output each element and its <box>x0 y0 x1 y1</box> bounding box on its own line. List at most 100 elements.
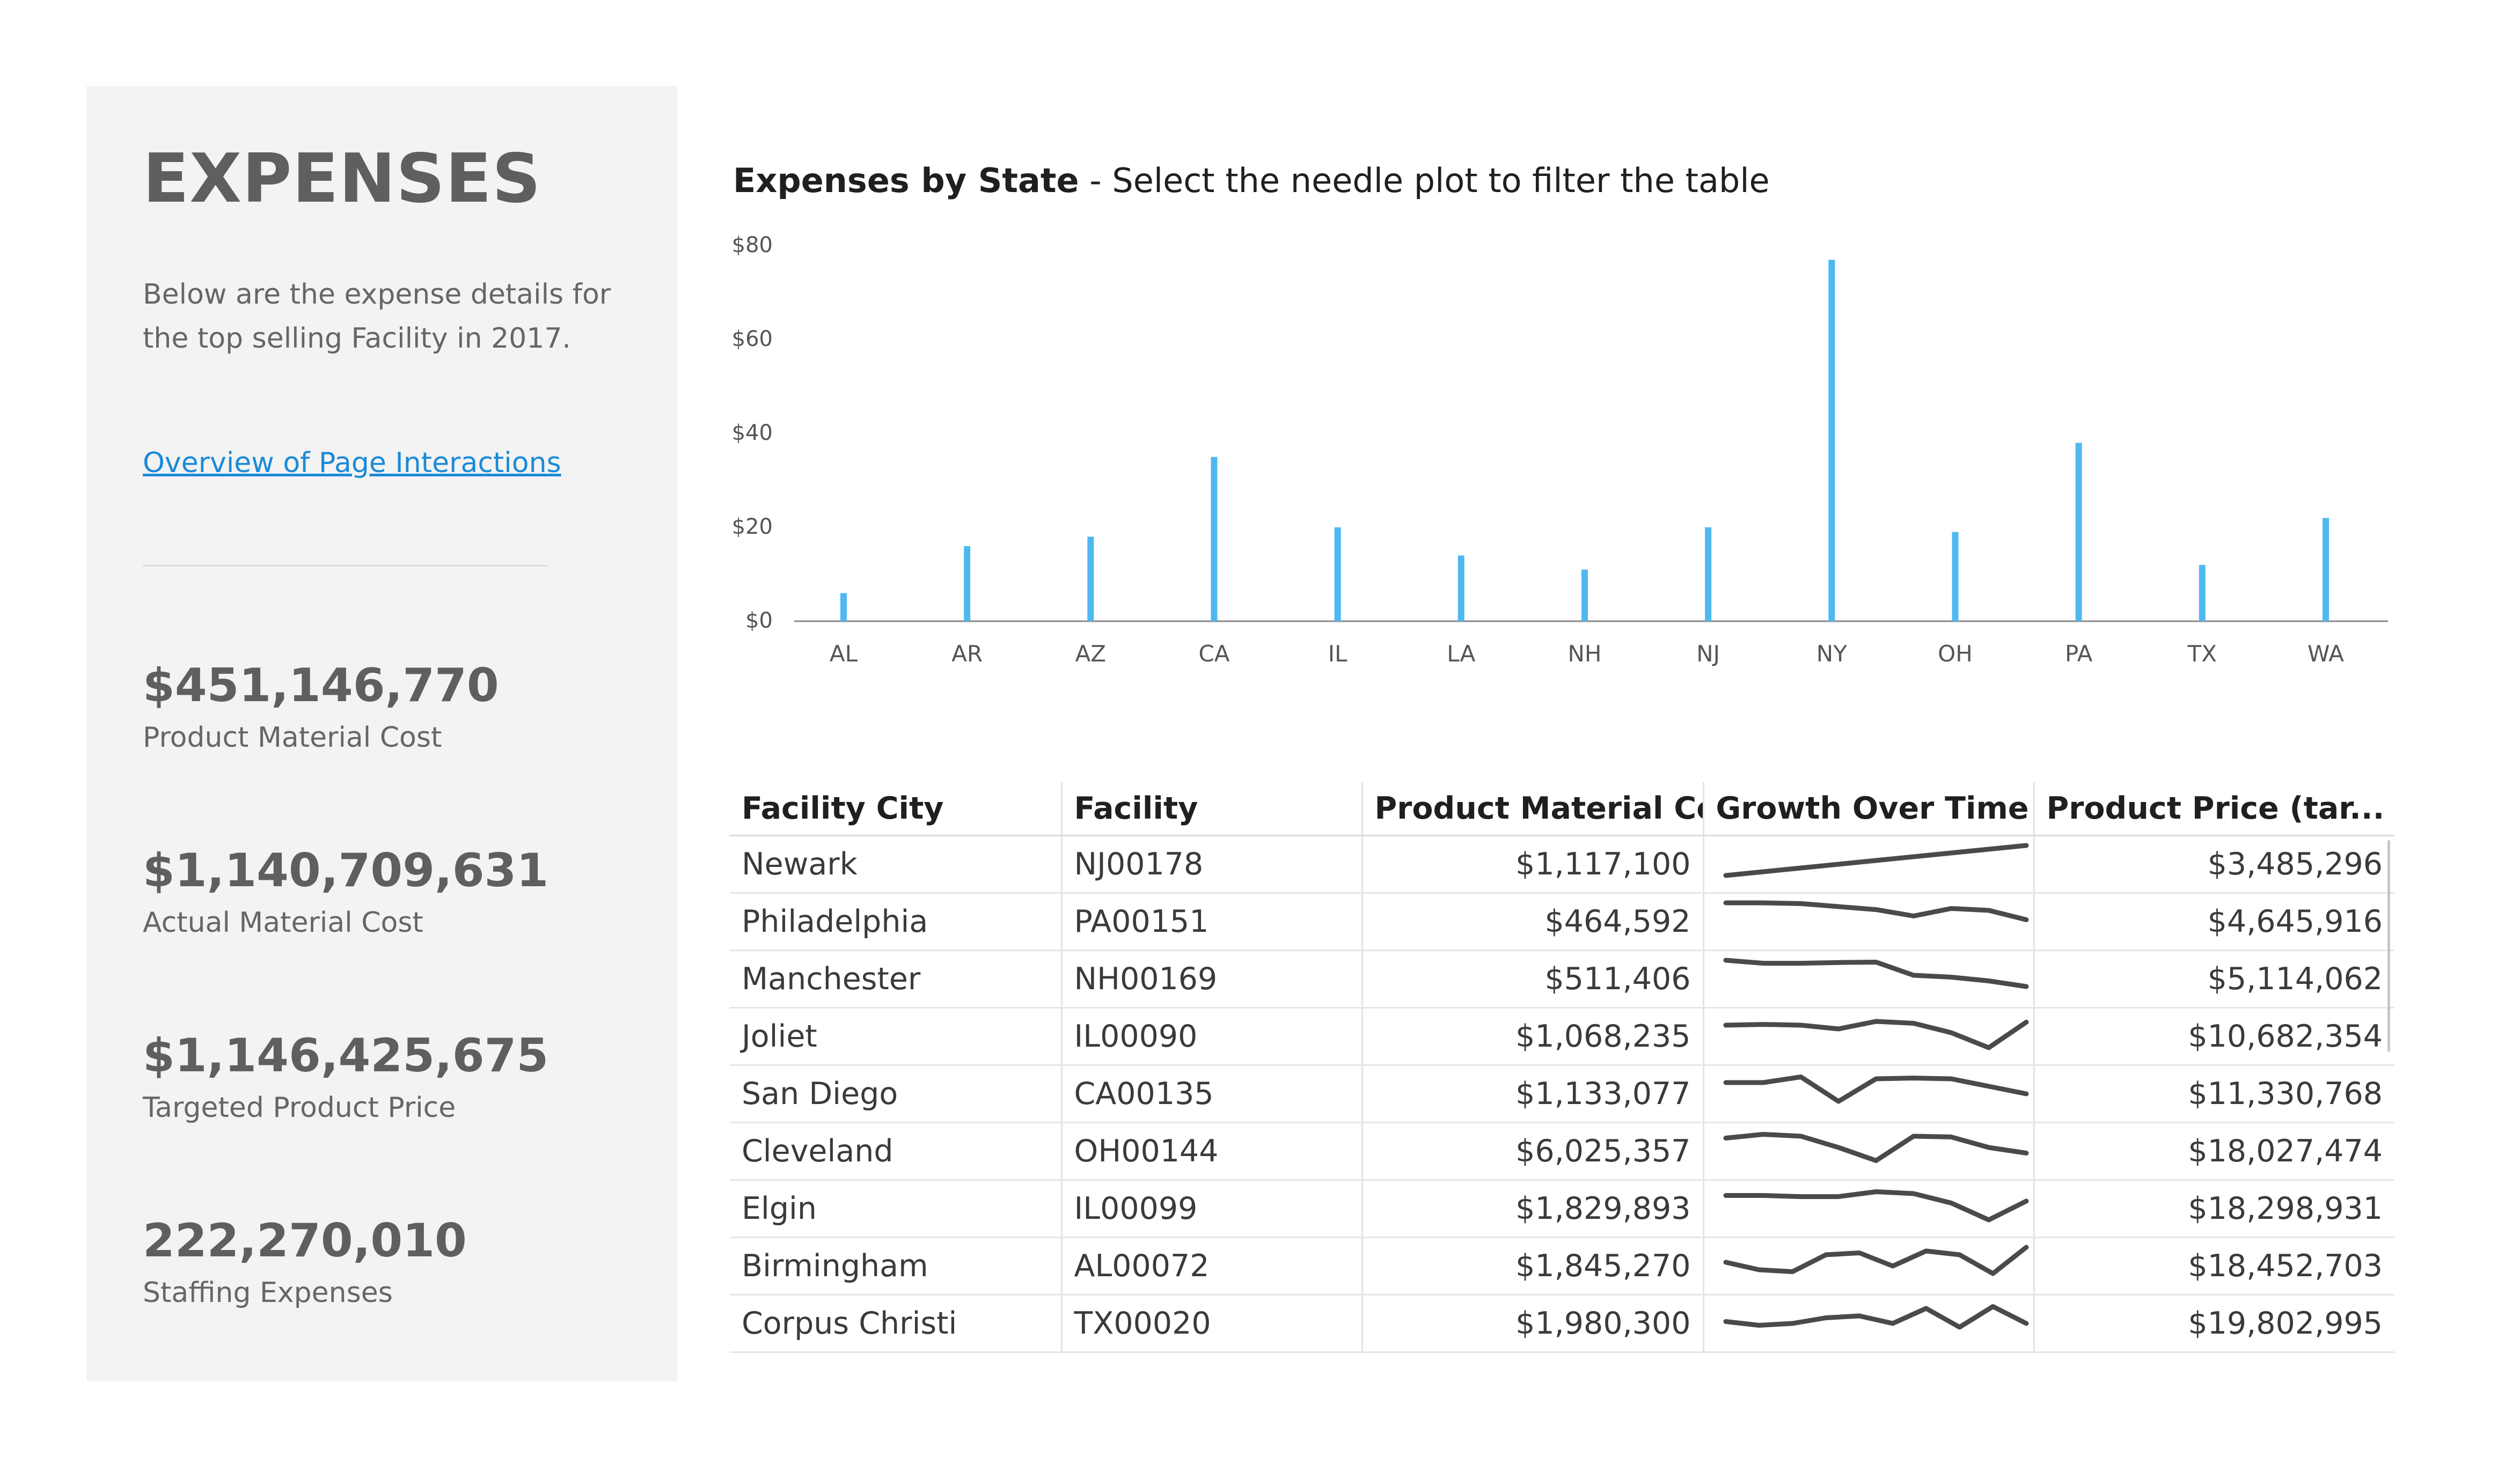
sparkline <box>1723 1019 2028 1050</box>
facility-cell: IL00099 <box>1061 1180 1363 1238</box>
x-tick-label: NY <box>1816 641 1847 667</box>
needle-ar[interactable] <box>964 546 971 621</box>
needle-la[interactable] <box>1457 555 1464 622</box>
table-header-row: Facility City Facility Product Material … <box>730 782 2394 836</box>
facility-table: Facility City Facility Product Material … <box>730 782 2394 1353</box>
x-tick-label: NJ <box>1696 641 1720 667</box>
facility-city-cell: Manchester <box>730 950 1063 1009</box>
x-tick-label: PA <box>2065 641 2093 667</box>
table-row[interactable]: Elgin IL00099 $1,829,893 $18,298,931 <box>730 1180 2394 1238</box>
kpi-targeted-product-price: $1,146,425,675 Targeted Product Price <box>143 1033 548 1124</box>
x-tick-label: OH <box>1938 641 1973 667</box>
table-row[interactable]: Philadelphia PA00151 $464,592 $4,645,916 <box>730 893 2394 951</box>
table-row[interactable]: Birmingham AL00072 $1,845,270 $18,452,703 <box>730 1237 2394 1296</box>
product-material-cost-cell: $1,133,077 <box>1362 1065 1704 1123</box>
product-price-cell: $5,114,062 <box>2034 950 2394 1009</box>
product-material-cost-cell: $1,829,893 <box>1362 1180 1704 1238</box>
needle-ny[interactable] <box>1828 260 1835 621</box>
sparkline <box>1723 1132 2028 1163</box>
needle-wa[interactable] <box>2323 518 2329 622</box>
kpi-label: Staffing Expenses <box>143 1277 393 1309</box>
sparkline <box>1723 958 2028 989</box>
growth-sparkline-cell <box>1703 1180 2035 1238</box>
product-price-cell: $10,682,354 <box>2034 1007 2394 1066</box>
needle-tx[interactable] <box>2199 565 2206 621</box>
product-material-cost-cell: $1,068,235 <box>1362 1007 1704 1066</box>
product-price-cell: $18,298,931 <box>2034 1180 2394 1238</box>
product-material-cost-cell: $511,406 <box>1362 950 1704 1009</box>
table-row[interactable]: Corpus Christi TX00020 $1,980,300 $19,802,9… <box>730 1294 2394 1353</box>
growth-sparkline-cell <box>1703 835 2035 894</box>
x-tick-label: CA <box>1198 641 1229 667</box>
chart-title: Expenses by State - Select the needle pl… <box>733 161 1770 200</box>
column-header-product-price-label: Product Price (tar... <box>2046 791 2385 826</box>
facility-cell: NH00169 <box>1061 950 1363 1009</box>
kpi-label: Product Material Cost <box>143 722 442 754</box>
kpi-value: 222,270,010 <box>143 1214 467 1268</box>
column-header-product-material-cost[interactable]: Product Material Cost <box>1362 782 1704 836</box>
product-price-cell: $19,802,995 <box>2034 1294 2394 1353</box>
facility-city-cell: San Diego <box>730 1065 1063 1123</box>
needle-az[interactable] <box>1087 536 1094 622</box>
table-row[interactable]: Newark NJ00178 $1,117,100 $3,485,296 <box>730 835 2394 894</box>
needle-ca[interactable] <box>1211 457 1218 621</box>
needle-nh[interactable] <box>1581 569 1588 621</box>
kpi-value: $1,140,709,631 <box>143 844 549 897</box>
sparkline-path <box>1723 1019 2028 1050</box>
growth-sparkline-cell <box>1703 1237 2035 1296</box>
facility-cell: NJ00178 <box>1061 835 1363 894</box>
needle-pa[interactable] <box>2075 443 2082 622</box>
column-header-product-price[interactable]: Product Price (tar...▲ <box>2034 782 2394 836</box>
needle-oh[interactable] <box>1952 532 1959 621</box>
growth-sparkline-cell <box>1703 1294 2035 1353</box>
table-row[interactable]: Cleveland OH00144 $6,025,357 $18,027,474 <box>730 1122 2394 1181</box>
table-scrollbar[interactable] <box>2387 840 2390 1052</box>
facility-cell: PA00151 <box>1061 893 1363 951</box>
needle-nj[interactable] <box>1705 527 1712 621</box>
x-tick-label: WA <box>2307 641 2344 667</box>
sparkline <box>1723 900 2028 922</box>
sparkline-path <box>1723 1189 2028 1223</box>
table-row[interactable]: Joliet IL00090 $1,068,235 $10,682,354 <box>730 1007 2394 1066</box>
sparkline <box>1723 1245 2028 1276</box>
x-tick-label: NH <box>1568 641 1602 667</box>
column-header-growth-over-time[interactable]: Growth Over Time <box>1703 782 2035 836</box>
product-price-cell: $4,645,916 <box>2034 893 2394 951</box>
sparkline-path <box>1723 1075 2028 1104</box>
table-row[interactable]: San Diego CA00135 $1,133,077 $11,330,768 <box>730 1065 2394 1123</box>
y-tick-label: $40 <box>732 421 773 445</box>
kpi-actual-material-cost: $1,140,709,631 Actual Material Cost <box>143 848 548 939</box>
x-tick-label: LA <box>1447 641 1475 667</box>
kpi-product-material-cost: $451,146,770 Product Material Cost <box>143 663 499 754</box>
sparkline-path <box>1723 1304 2028 1330</box>
facility-cell: OH00144 <box>1061 1122 1363 1181</box>
growth-sparkline-cell <box>1703 1122 2035 1181</box>
facility-city-cell: Joliet <box>730 1007 1063 1066</box>
column-header-facility[interactable]: Facility <box>1061 782 1363 836</box>
needle-chart[interactable]: $0 $20 $40 $60 $80 AL AR AZ CA IL LA NH NJ NY OH PA TX WA <box>698 215 2442 687</box>
chart-title-subtitle: - Select the needle plot to filter the t… <box>1079 161 1770 200</box>
sparkline-path <box>1723 843 2028 878</box>
facility-city-cell: Philadelphia <box>730 893 1063 951</box>
needle-il[interactable] <box>1334 527 1341 621</box>
sparkline <box>1723 1189 2028 1223</box>
kpi-value: $1,146,425,675 <box>143 1029 549 1083</box>
column-header-facility-city[interactable]: Facility City <box>730 782 1063 836</box>
sparkline <box>1723 1075 2028 1104</box>
kpi-label: Targeted Product Price <box>143 1092 456 1124</box>
growth-sparkline-cell <box>1703 1007 2035 1066</box>
sparkline-path <box>1723 1245 2028 1276</box>
sparkline-path <box>1723 958 2028 989</box>
x-tick-label: IL <box>1328 641 1347 667</box>
needle-al[interactable] <box>840 593 847 622</box>
sparkline-path <box>1723 1132 2028 1163</box>
growth-sparkline-cell <box>1703 950 2035 1009</box>
sparkline <box>1723 843 2028 878</box>
table-row[interactable]: Manchester NH00169 $511,406 $5,114,062 <box>730 950 2394 1009</box>
product-material-cost-cell: $464,592 <box>1362 893 1704 951</box>
x-tick-label: AZ <box>1075 641 1107 667</box>
overview-link[interactable]: Overview of Page Interactions <box>143 447 561 479</box>
facility-city-cell: Newark <box>730 835 1063 894</box>
facility-city-cell: Cleveland <box>730 1122 1063 1181</box>
page-title: EXPENSES <box>143 139 541 218</box>
